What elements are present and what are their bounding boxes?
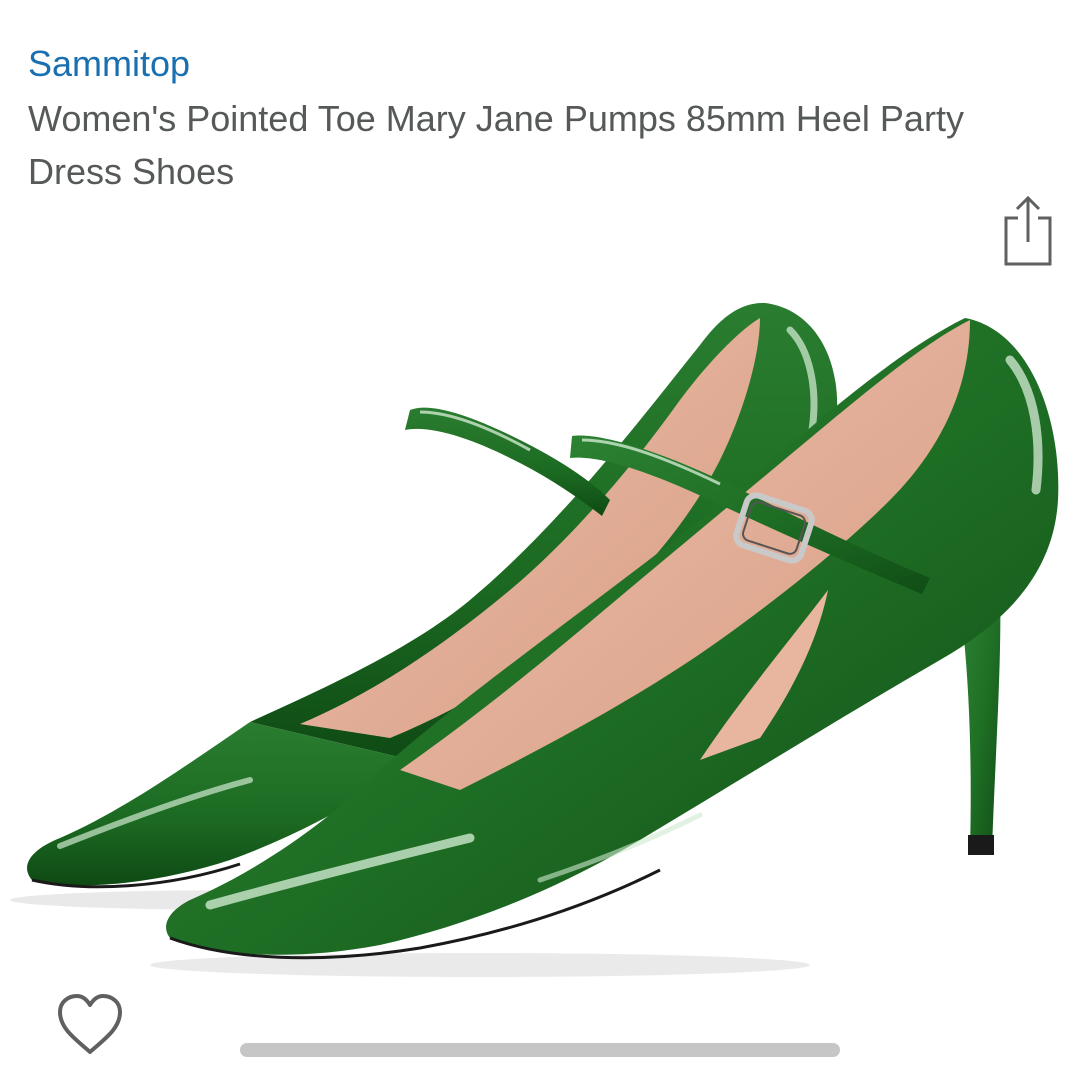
image-carousel-scrollbar[interactable]	[240, 1043, 840, 1057]
product-image[interactable]	[0, 285, 1080, 985]
front-shoe	[166, 318, 1059, 960]
share-icon[interactable]	[996, 192, 1058, 268]
product-title: Women's Pointed Toe Mary Jane Pumps 85mm…	[28, 98, 964, 192]
shadow-front	[150, 953, 810, 977]
brand-link[interactable]: Sammitop	[28, 40, 190, 88]
heart-outline-icon[interactable]	[54, 992, 126, 1058]
